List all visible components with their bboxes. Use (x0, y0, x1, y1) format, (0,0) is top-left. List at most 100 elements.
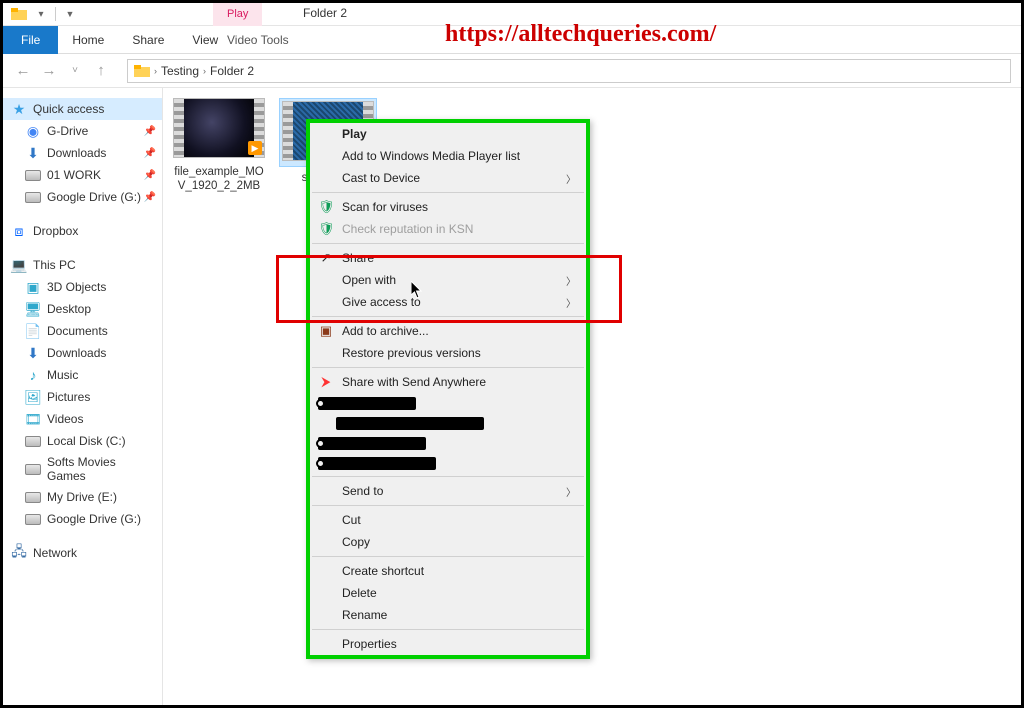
video-tools-tab[interactable]: Video Tools (213, 26, 303, 54)
ctx-rename[interactable]: Rename (310, 604, 586, 626)
play-badge-icon: ▶ (248, 141, 262, 155)
videos-icon: 🎞 (25, 411, 41, 427)
sidebar-item-label: G-Drive (47, 124, 88, 138)
sidebar-item-3d-objects[interactable]: ▣3D Objects (3, 276, 162, 298)
sidebar-item-label: 3D Objects (47, 280, 106, 294)
contextual-tab-group: Play (213, 3, 262, 26)
dropbox-icon: ⧈ (11, 223, 27, 239)
sidebar-item-downloads[interactable]: ⬇ Downloads 📌 (3, 142, 162, 164)
submenu-arrow-icon: 〉 (566, 171, 576, 186)
ctx-separator (312, 192, 584, 193)
annotation-url: https://alltechqueries.com/ (445, 21, 716, 48)
ctx-cut[interactable]: Cut (310, 509, 586, 531)
sidebar-item-label: Desktop (47, 302, 91, 316)
ctx-restore-versions[interactable]: Restore previous versions (310, 342, 586, 364)
documents-icon: 📄 (25, 323, 41, 339)
chevron-right-icon[interactable]: › (154, 66, 157, 76)
sidebar-item-g-drive[interactable]: ◉ G-Drive 📌 (3, 120, 162, 142)
hard-drive-icon (25, 189, 41, 205)
sidebar-item-local-disk-c[interactable]: Local Disk (C:) (3, 430, 162, 452)
ctx-scan-viruses[interactable]: 🛡Scan for viruses (310, 196, 586, 218)
ctx-separator (312, 316, 584, 317)
ctx-redacted-3[interactable] (310, 433, 586, 453)
sidebar-item-google-drive[interactable]: Google Drive (G:) 📌 (3, 186, 162, 208)
desktop-icon: 🖥 (25, 301, 41, 317)
dropbox-label: Dropbox (33, 224, 78, 238)
ctx-redacted-2[interactable] (310, 413, 586, 433)
sidebar-item-pictures[interactable]: 🖼Pictures (3, 386, 162, 408)
chevron-right-icon[interactable]: › (203, 66, 206, 76)
sidebar-item-desktop[interactable]: 🖥 Desktop (3, 298, 162, 320)
ctx-separator (312, 243, 584, 244)
recent-locations-icon[interactable]: ˅ (65, 61, 85, 81)
back-button[interactable]: ← (13, 61, 33, 81)
up-button[interactable]: ↑ (91, 61, 111, 81)
sidebar-item-my-drive-e[interactable]: My Drive (E:) (3, 486, 162, 508)
ctx-separator (312, 629, 584, 630)
network-group[interactable]: 🖧 Network (3, 542, 162, 564)
ctx-copy[interactable]: Copy (310, 531, 586, 553)
sidebar-item-google-drive-g[interactable]: Google Drive (G:) (3, 508, 162, 530)
ctx-separator (312, 476, 584, 477)
pc-icon: 💻 (11, 257, 27, 273)
quick-access-group[interactable]: ★ Quick access (3, 98, 162, 120)
ctx-create-shortcut[interactable]: Create shortcut (310, 560, 586, 582)
quick-access-label: Quick access (33, 102, 104, 116)
breadcrumb-testing[interactable]: Testing (161, 64, 199, 78)
this-pc-group[interactable]: 💻 This PC (3, 254, 162, 276)
sidebar-item-label: My Drive (E:) (47, 490, 117, 504)
sidebar-item-label: Music (47, 368, 78, 382)
music-icon: ♪ (25, 367, 41, 383)
star-icon: ★ (11, 101, 27, 117)
sidebar-item-label: Google Drive (G:) (47, 512, 141, 526)
ctx-add-to-archive[interactable]: ▣Add to archive... (310, 320, 586, 342)
share-tab[interactable]: Share (118, 26, 178, 54)
hard-drive-icon (25, 461, 41, 477)
ctx-send-anywhere[interactable]: ⮞Share with Send Anywhere (310, 371, 586, 393)
download-icon: ⬇ (25, 345, 41, 361)
ctx-open-with[interactable]: Open with〉 (310, 269, 586, 291)
sidebar-item-01work[interactable]: 01 WORK 📌 (3, 164, 162, 186)
file-list[interactable]: ▶ file_example_MOV_1920_2_2MB ✓ sam0_su (163, 88, 1021, 705)
sidebar-item-label: Videos (47, 412, 83, 426)
hard-drive-icon (25, 167, 41, 183)
submenu-arrow-icon: 〉 (566, 273, 576, 288)
ctx-redacted-1[interactable] (310, 393, 586, 413)
file-tab[interactable]: File (3, 26, 58, 54)
sidebar-item-label: Documents (47, 324, 108, 338)
home-tab[interactable]: Home (58, 26, 118, 54)
sidebar-item-softs-movies[interactable]: Softs Movies Games (3, 452, 162, 486)
address-bar[interactable]: › Testing › Folder 2 (127, 59, 1011, 83)
forward-button[interactable]: → (39, 61, 59, 81)
sidebar-item-label: Google Drive (G:) (47, 190, 141, 204)
ctx-give-access-to[interactable]: Give access to〉 (310, 291, 586, 313)
submenu-arrow-icon: 〉 (566, 484, 576, 499)
qat-overflow-icon[interactable]: ▼ (62, 6, 78, 22)
ctx-check-ksn[interactable]: 🛡Check reputation in KSN (310, 218, 586, 240)
sidebar-item-music[interactable]: ♪ Music (3, 364, 162, 386)
sidebar-item-downloads-pc[interactable]: ⬇Downloads (3, 342, 162, 364)
breadcrumb-folder2[interactable]: Folder 2 (210, 64, 254, 78)
ctx-redacted-4[interactable] (310, 453, 586, 473)
file-tile-1[interactable]: ▶ file_example_MOV_1920_2_2MB (173, 98, 265, 194)
sidebar-item-videos[interactable]: 🎞 Videos (3, 408, 162, 430)
quick-access-toolbar: ▾ ▼ (3, 6, 86, 22)
pin-icon: 📌 (144, 192, 156, 203)
ctx-play[interactable]: Play (310, 123, 586, 145)
dropbox-group[interactable]: ⧈ Dropbox (3, 220, 162, 242)
qat-chevron-down-icon[interactable]: ▾ (33, 6, 49, 22)
cloud-drive-icon: ◉ (25, 123, 41, 139)
share-icon: ↗ (318, 250, 334, 266)
sidebar-item-documents[interactable]: 📄 Documents (3, 320, 162, 342)
ctx-share[interactable]: ↗Share (310, 247, 586, 269)
ctx-cast-to-device[interactable]: Cast to Device〉 (310, 167, 586, 189)
ctx-add-wmp[interactable]: Add to Windows Media Player list (310, 145, 586, 167)
network-label: Network (33, 546, 77, 560)
submenu-arrow-icon: 〉 (566, 295, 576, 310)
ctx-delete[interactable]: Delete (310, 582, 586, 604)
ctx-send-to[interactable]: Send to〉 (310, 480, 586, 502)
sidebar-item-label: Softs Movies Games (47, 455, 154, 483)
send-anywhere-icon: ⮞ (318, 374, 334, 390)
sidebar-item-label: Downloads (47, 146, 106, 160)
ctx-properties[interactable]: Properties (310, 633, 586, 655)
